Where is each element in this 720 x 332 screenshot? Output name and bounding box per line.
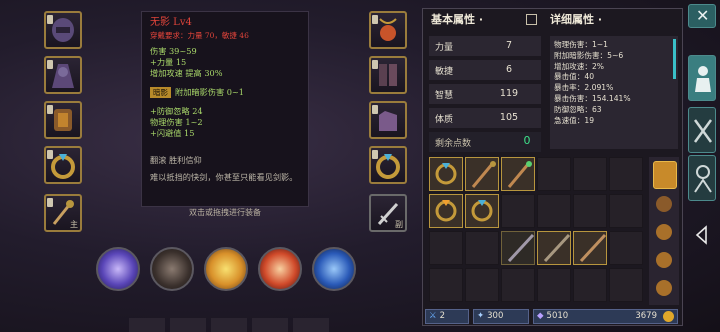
item-name: 无影 Lv4	[150, 17, 192, 28]
equip-slot-ring-2[interactable]	[369, 146, 407, 184]
hotbar-slot[interactable]	[293, 318, 329, 332]
inventory-slot[interactable]	[537, 268, 571, 302]
category-boots-icon[interactable]	[656, 252, 672, 268]
points-value: 0	[523, 134, 531, 147]
close-icon: ✕	[696, 6, 710, 25]
points-label: 剩余点数	[435, 139, 472, 149]
close-button[interactable]: ✕	[688, 4, 716, 28]
category-armor-icon[interactable]	[653, 161, 677, 189]
shadow-damage-text: 附加暗影伤害 0~1	[175, 87, 245, 97]
currency-a: ⚔ 2	[425, 309, 469, 324]
skill-orb-3[interactable]	[204, 247, 248, 291]
feather-icon: ✦	[477, 311, 485, 321]
equip-slot-cloak[interactable]	[44, 56, 82, 94]
tab-combat[interactable]	[688, 107, 716, 153]
stat-value: 119	[499, 88, 519, 99]
stat-row-wisdom: 智慧 119	[429, 84, 541, 104]
equip-slot-ring[interactable]	[44, 146, 82, 184]
hotbar-slot[interactable]	[170, 318, 206, 332]
item-requirement: 穿戴要求：力量 70，敏捷 46	[150, 31, 249, 40]
currency-gems-gold: ◆ 5010 3679	[533, 309, 678, 324]
stats-panel: 基本属性 · 详细属性 · 力量 7 敏捷 6 智慧 119 体质 105 剩余…	[422, 8, 683, 326]
crossed-swords-icon	[693, 119, 713, 143]
detail-attributes-list: 物理伤害：1~1 附加暗影伤害：5~6 增加攻速：2% 暴击值：40 暴击率：2…	[550, 36, 678, 149]
detail-scrollbar[interactable]	[673, 39, 676, 79]
shadow-badge: 暗影	[150, 87, 171, 98]
item-stat: +闪避值 15	[150, 128, 195, 138]
stat-value: 6	[505, 64, 513, 75]
inventory-slot[interactable]	[609, 268, 643, 302]
gold-value: 3679	[635, 311, 657, 321]
detail-line: 急速值：19	[554, 115, 595, 125]
stat-value: 7	[505, 40, 513, 51]
sword-icon: ⚔	[429, 311, 437, 321]
inventory-slot[interactable]	[501, 268, 535, 302]
currency-bar: ⚔ 2 ✦ 300 ◆ 5010 3679	[423, 308, 682, 325]
detail-line: 暴击率：2.091%	[554, 83, 614, 93]
detail-line: 暴击值：40	[554, 72, 595, 82]
remaining-points-row: 剩余点数 0	[429, 132, 541, 152]
inventory-slot[interactable]	[465, 268, 499, 302]
item-stat: 增加攻速 提高 30%	[150, 68, 223, 78]
equip-hint: 双击或拖拽进行装备	[189, 208, 261, 217]
hotbar-slot[interactable]	[129, 318, 165, 332]
back-icon	[695, 225, 707, 245]
detail-attributes-title: 详细属性 ·	[550, 13, 603, 26]
item-set-text: 翻滚 胜利信仰	[150, 155, 202, 165]
equip-slot-amulet[interactable]	[369, 11, 407, 49]
stat-row-strength: 力量 7	[429, 36, 541, 56]
stat-row-constitution: 体质 105	[429, 108, 541, 128]
skill-orb-1[interactable]	[96, 247, 140, 291]
basic-attributes-title: 基本属性 ·	[431, 13, 484, 26]
detail-line: 暴击伤害：154.141%	[554, 93, 631, 103]
hotbar-slot[interactable]	[211, 318, 247, 332]
item-tooltip: 无影 Lv4 穿戴要求：力量 70，敏捷 46 伤害 39~59 +力量 15 …	[141, 11, 309, 207]
inventory-slot[interactable]	[573, 268, 607, 302]
currency-b-value: 300	[487, 311, 504, 321]
gems-value: 5010	[546, 311, 569, 321]
character-icon	[695, 66, 711, 92]
skill-orb-4[interactable]	[258, 247, 302, 291]
gold-coin-icon	[663, 311, 674, 322]
hotbar-slot[interactable]	[252, 318, 288, 332]
save-icon[interactable]	[526, 14, 537, 25]
equip-slot-offhand[interactable]: 副	[369, 194, 407, 232]
item-flavor-text: 难以抵挡的快剑，你甚至只能看见剑影。	[150, 172, 298, 182]
item-stat: +力量 15	[150, 57, 187, 67]
skill-orb-2[interactable]	[150, 247, 194, 291]
detail-line: 防御忽略：63	[554, 104, 602, 114]
stat-label: 体质	[435, 115, 454, 125]
detail-line: 物理伤害：1~1	[554, 40, 608, 49]
mainhand-tag: 主	[70, 220, 78, 229]
stat-label: 敏捷	[435, 67, 454, 77]
category-ring-icon[interactable]	[656, 280, 672, 296]
currency-a-value: 2	[439, 311, 446, 321]
detail-line: 附加暗影伤害：5~6	[554, 50, 624, 60]
inventory-items-art	[435, 161, 607, 263]
category-helmet-icon[interactable]	[656, 196, 672, 212]
item-stat: +防御忽略 24	[150, 106, 203, 116]
category-glove-icon[interactable]	[656, 224, 672, 240]
item-stat: 物理伤害 1~2	[150, 117, 203, 127]
equip-slot-helmet[interactable]	[44, 11, 82, 49]
stat-value: 105	[499, 112, 519, 123]
back-button[interactable]	[694, 225, 710, 245]
tab-character[interactable]	[688, 55, 716, 101]
item-stat: 伤害 39~59	[150, 46, 197, 56]
equip-slot-gloves[interactable]	[369, 101, 407, 139]
stat-label: 智慧	[435, 91, 454, 101]
inventory-slot[interactable]	[429, 268, 463, 302]
currency-b: ✦ 300	[473, 309, 529, 324]
equip-slot-mainhand[interactable]: 主	[44, 194, 82, 232]
equip-slot-boots[interactable]	[369, 56, 407, 94]
detail-line: 增加攻速：2%	[554, 61, 605, 71]
offhand-tag: 副	[395, 220, 403, 229]
gem-icon: ◆	[537, 311, 544, 321]
tab-skills[interactable]	[688, 155, 716, 201]
skill-icon	[694, 165, 712, 193]
stat-row-agility: 敏捷 6	[429, 60, 541, 80]
stat-label: 力量	[435, 43, 454, 53]
equip-slot-armor[interactable]	[44, 101, 82, 139]
skill-orb-5[interactable]	[312, 247, 356, 291]
